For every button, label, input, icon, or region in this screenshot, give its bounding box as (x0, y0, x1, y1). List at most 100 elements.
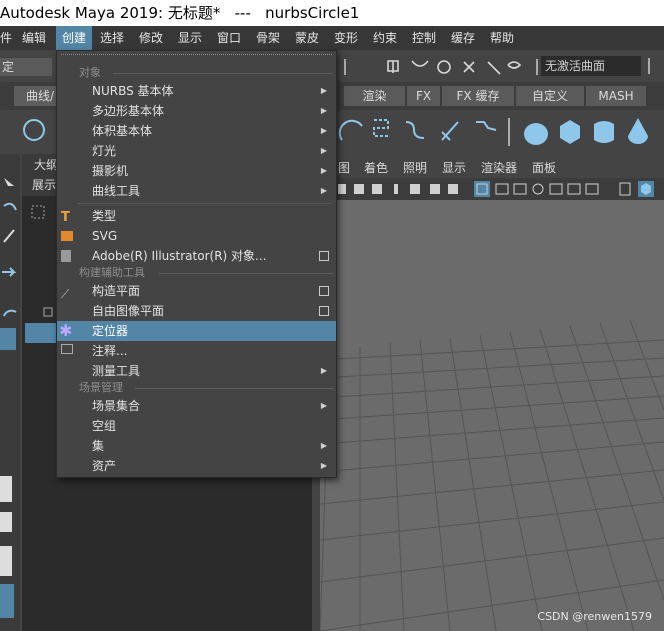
menuset-dropdown[interactable]: 定 (0, 58, 52, 76)
shelf-tab-fx[interactable]: FX (407, 86, 440, 106)
snap-surface-icon (487, 61, 501, 75)
tool-icons (0, 178, 17, 350)
menu-modify[interactable]: 修改 (139, 26, 169, 50)
menu-file[interactable]: 件 (0, 26, 18, 50)
menu-item-volume-primitives[interactable]: 体积基本体 ▶ (57, 121, 336, 141)
menu-cache[interactable]: 缓存 (451, 26, 481, 50)
menu-control[interactable]: 控制 (412, 26, 442, 50)
menu-window[interactable]: 窗口 (217, 26, 247, 50)
menu-item-scene-assembly[interactable]: 场景集合 ▶ (57, 396, 336, 416)
vp-menu-renderer[interactable]: 渲染器 (481, 158, 517, 178)
illustrator-icon (61, 250, 71, 262)
section-construction-aids: 构建辅助工具 (79, 264, 334, 282)
select-tool-icon (4, 178, 14, 186)
menu-create[interactable]: 创建 (56, 26, 92, 50)
menu-display[interactable]: 显示 (178, 26, 208, 50)
bezier-curve-icon (405, 121, 425, 139)
menu-item-poly-primitives[interactable]: 多边形基本体 ▶ (57, 101, 336, 121)
layout-icons (0, 476, 14, 618)
submenu-arrow-icon: ▶ (320, 106, 327, 115)
menu-item-type[interactable]: T 类型 (57, 206, 336, 226)
menu-item-annotation[interactable]: 注释... (57, 341, 336, 361)
option-box-icon[interactable] (319, 251, 329, 261)
option-box-icon[interactable] (319, 286, 329, 296)
nurbs-circle-icon[interactable] (20, 116, 50, 146)
menu-constrain[interactable]: 约束 (373, 26, 403, 50)
menu-item-lights[interactable]: 灯光 ▶ (57, 141, 336, 161)
shelf-tab-custom[interactable]: 自定义 (516, 86, 584, 106)
menu-item-empty-group[interactable]: 空组 (57, 416, 336, 436)
shelf-tab-fx-cache[interactable]: FX 缓存 (442, 86, 514, 106)
scale-tool-icon (0, 328, 16, 350)
submenu-arrow-icon: ▶ (320, 366, 327, 375)
section-objects: 对象 (79, 64, 333, 82)
snap-view-icon (463, 61, 475, 73)
pencil-curve-icon (441, 121, 459, 141)
menu-item-locator[interactable]: ✱ 定位器 (57, 321, 336, 341)
snap-tools-icons (344, 59, 538, 75)
type-icon: T (61, 210, 70, 225)
viewport-menubar: 图 着色 照明 显示 渲染器 面板 (320, 158, 664, 178)
cube-icon (560, 120, 580, 144)
outliner-tab[interactable]: 大纲 (34, 156, 58, 174)
locator-icon: ✱ (59, 321, 73, 340)
submenu-arrow-icon: ▶ (320, 126, 327, 135)
vp-menu-view[interactable]: 图 (338, 158, 350, 178)
snap-live-icon (507, 61, 522, 69)
toolbox (0, 154, 20, 631)
snap-curve-icon (411, 60, 429, 67)
vp-menu-show[interactable]: 显示 (442, 158, 466, 178)
vp-menu-lighting[interactable]: 照明 (403, 158, 427, 178)
svg-icon (61, 231, 73, 241)
sphere-icon (524, 123, 548, 145)
main-menubar: 件 编辑 创建 选择 修改 显示 窗口 骨架 蒙皮 变形 约束 控制 缓存 帮助 (0, 26, 664, 50)
separator (648, 58, 650, 74)
outliner-show-menu[interactable]: 展示 (32, 176, 56, 194)
menu-item-illustrator-object[interactable]: Adobe(R) Illustrator(R) 对象... (57, 246, 336, 266)
menu-item-measure-tools[interactable]: 测量工具 ▶ (57, 361, 336, 381)
menu-item-nurbs-primitives[interactable]: NURBS 基本体 ▶ (57, 81, 336, 101)
submenu-arrow-icon: ▶ (320, 86, 327, 95)
menu-item-free-image-plane[interactable]: 自由图像平面 (57, 301, 336, 321)
cv-curve-icon (476, 121, 497, 131)
submenu-arrow-icon: ▶ (320, 186, 327, 195)
viewport-toolbar-icons (338, 181, 654, 197)
menu-select[interactable]: 选择 (100, 26, 130, 50)
tear-off-bar[interactable] (57, 51, 336, 59)
shelf-tab-rendering[interactable]: 渲染 (344, 86, 405, 106)
expand-icon (43, 307, 53, 317)
menu-item-construction-plane[interactable]: ⟋ 构造平面 (57, 281, 336, 301)
rotate-tool-icon (3, 309, 17, 317)
curve-tools-icons (338, 118, 648, 146)
menu-item-assets[interactable]: 资产 ▶ (57, 456, 336, 476)
menu-skin[interactable]: 蒙皮 (295, 26, 325, 50)
ground-grid (320, 319, 664, 631)
window-title: Autodesk Maya 2019: 无标题* --- nurbsCircle… (0, 4, 360, 22)
watermark: CSDN @renwen1579 (537, 610, 652, 623)
submenu-arrow-icon: ▶ (320, 166, 327, 175)
annotation-icon (61, 344, 73, 354)
menu-item-sets[interactable]: 集 ▶ (57, 436, 336, 456)
menu-item-curve-tools[interactable]: 曲线工具 ▶ (57, 181, 336, 201)
cone-icon (628, 118, 648, 144)
section-scene-management: 场景管理 (79, 379, 334, 397)
vp-menu-shading[interactable]: 着色 (364, 158, 388, 178)
move-tool-icon (2, 267, 17, 277)
viewport-toolbar (320, 178, 664, 200)
vp-menu-panels[interactable]: 面板 (532, 158, 556, 178)
ep-curve-icon (373, 119, 389, 137)
menu-skeleton[interactable]: 骨架 (256, 26, 286, 50)
menu-item-cameras[interactable]: 摄影机 ▶ (57, 161, 336, 181)
submenu-arrow-icon: ▶ (320, 441, 327, 450)
menu-item-svg[interactable]: SVG (57, 226, 336, 246)
option-box-icon[interactable] (319, 306, 329, 316)
menu-edit[interactable]: 编辑 (22, 26, 52, 50)
outliner-selected-row[interactable] (25, 323, 59, 343)
menu-deform[interactable]: 变形 (334, 26, 364, 50)
grid-icon (31, 205, 45, 219)
live-surface-field[interactable]: 无激活曲面 (541, 56, 641, 76)
shelf-tab-mash[interactable]: MASH (586, 86, 646, 106)
submenu-arrow-icon: ▶ (320, 461, 327, 470)
menu-help[interactable]: 帮助 (490, 26, 520, 50)
viewport-canvas[interactable] (320, 200, 664, 631)
